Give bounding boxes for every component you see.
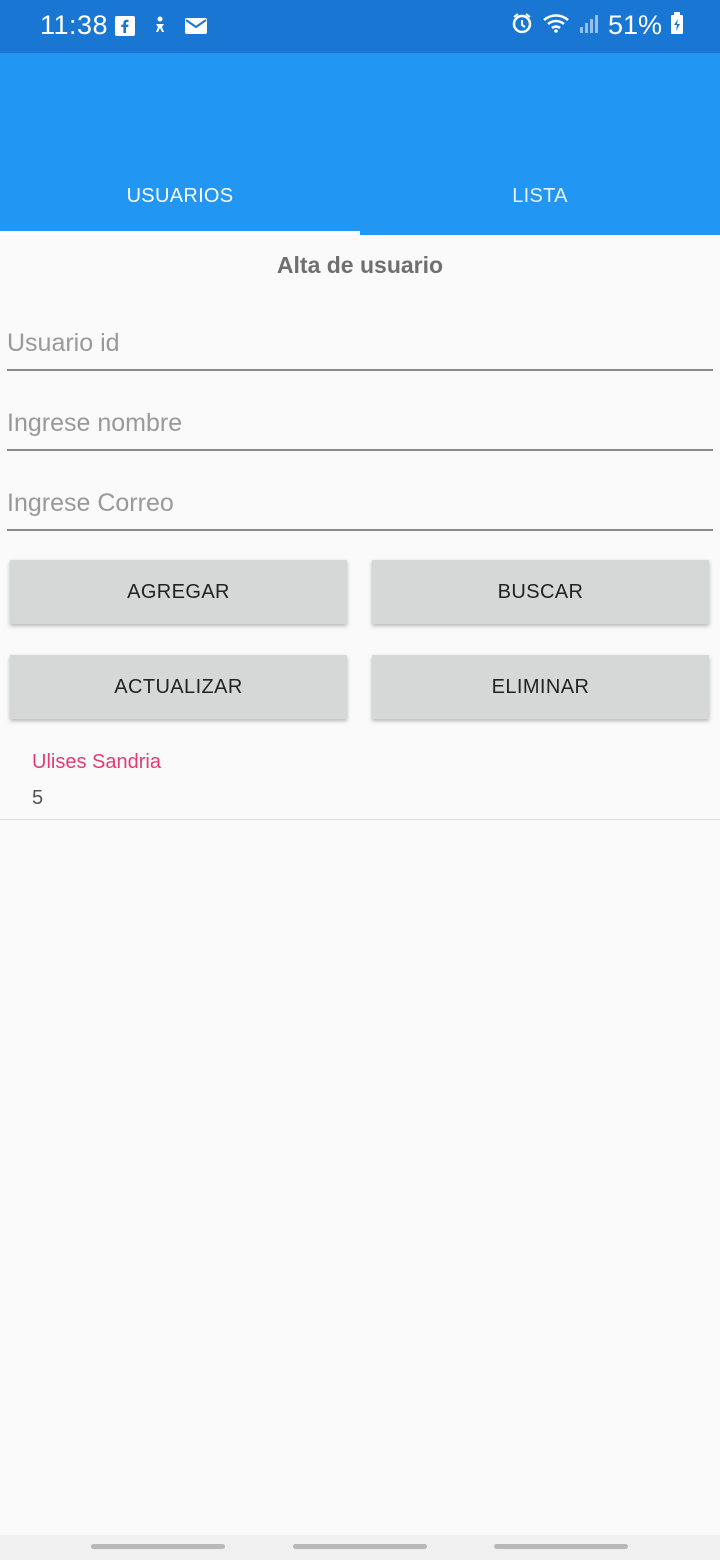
nav-handle-right[interactable] [494,1544,628,1549]
system-navigation-bar [0,1535,720,1560]
status-left-icons [114,15,208,42]
tab-lista[interactable]: LISTA [360,161,720,231]
tab-usuarios[interactable]: USUARIOS [0,161,360,231]
page-title: Alta de usuario [276,252,444,278]
tab-bar: USUARIOS LISTA [0,161,720,231]
accessibility-icon [149,15,171,42]
search-button[interactable]: BUSCAR [372,560,709,624]
signal-icon [578,11,600,40]
status-right: 51% [510,10,684,41]
email-field[interactable] [7,477,713,531]
alarm-icon [510,11,534,40]
status-time: 11:38 [40,10,109,40]
user-id-field[interactable] [7,317,713,371]
delete-button[interactable]: ELIMINAR [372,655,709,719]
battery-icon [670,11,684,40]
nav-handle-left[interactable] [91,1544,225,1549]
list-item-name: Ulises Sandria [32,751,161,773]
add-button[interactable]: AGREGAR [10,560,347,624]
status-bar: 11:38 51% [0,0,720,53]
facebook-icon [114,15,136,42]
email-input[interactable] [7,477,713,529]
battery-percentage: 51% [607,10,662,40]
list-item-id: 5 [32,787,44,809]
user-id-input[interactable] [7,317,713,369]
name-input[interactable] [7,397,713,449]
main-content: Alta de usuario AGREGAR BUSCAR ACTUALIZA… [0,235,720,1535]
wifi-icon [542,11,570,40]
name-field[interactable] [7,397,713,451]
mail-icon [184,16,208,41]
update-button[interactable]: ACTUALIZAR [10,655,347,719]
nav-handle-center[interactable] [293,1544,427,1549]
list-item[interactable]: Ulises Sandria 5 [0,735,720,820]
